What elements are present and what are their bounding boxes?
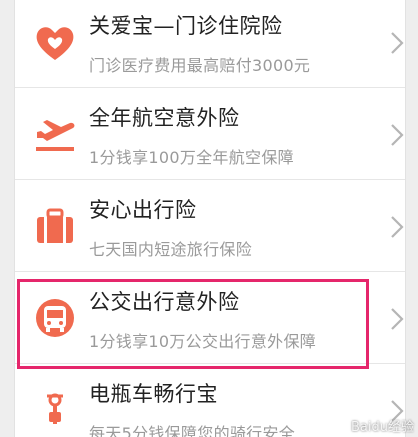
item-title: 关爱宝—门诊住院险 [89, 14, 283, 38]
watermark-text: Baidu经验 [351, 420, 414, 435]
heart-hands-icon [33, 22, 77, 62]
list-item-bus[interactable]: 公交出行意外险 1分钱享10万公交出行意外保障 [15, 272, 405, 364]
item-subtitle: 1分钱享100万全年航空保障 [89, 148, 294, 167]
list-item-guanaibao[interactable]: 关爱宝—门诊住院险 门诊医疗费用最高赔付3000元 [15, 0, 405, 88]
electric-bike-icon [33, 390, 77, 430]
suitcase-icon [33, 206, 77, 246]
item-title: 全年航空意外险 [89, 106, 240, 130]
insurance-list: 关爱宝—门诊住院险 门诊医疗费用最高赔付3000元 全年航空意外险 1分钱享10… [14, 0, 406, 437]
item-title: 电瓶车畅行宝 [89, 382, 218, 406]
airplane-icon [33, 114, 77, 154]
chevron-right-icon [389, 306, 405, 332]
list-item-aviation[interactable]: 全年航空意外险 1分钱享100万全年航空保障 [15, 88, 405, 180]
screen: 关爱宝—门诊住院险 门诊医疗费用最高赔付3000元 全年航空意外险 1分钱享10… [0, 0, 418, 437]
item-title: 安心出行险 [89, 198, 197, 222]
chevron-right-icon [389, 30, 405, 56]
item-subtitle: 七天国内短途旅行保险 [89, 240, 253, 259]
item-title: 公交出行意外险 [89, 290, 240, 314]
chevron-right-icon [389, 214, 405, 240]
item-subtitle: 每天5分钱保障您的骑行安全 [89, 424, 296, 437]
chevron-right-icon [389, 122, 405, 148]
list-item-travel[interactable]: 安心出行险 七天国内短途旅行保险 [15, 180, 405, 272]
item-subtitle: 门诊医疗费用最高赔付3000元 [89, 56, 311, 75]
bus-icon [33, 298, 77, 338]
paw-icon [335, 417, 349, 435]
item-subtitle: 1分钱享10万公交出行意外保障 [89, 332, 317, 351]
baidu-watermark: Baidu经验 [335, 416, 414, 435]
